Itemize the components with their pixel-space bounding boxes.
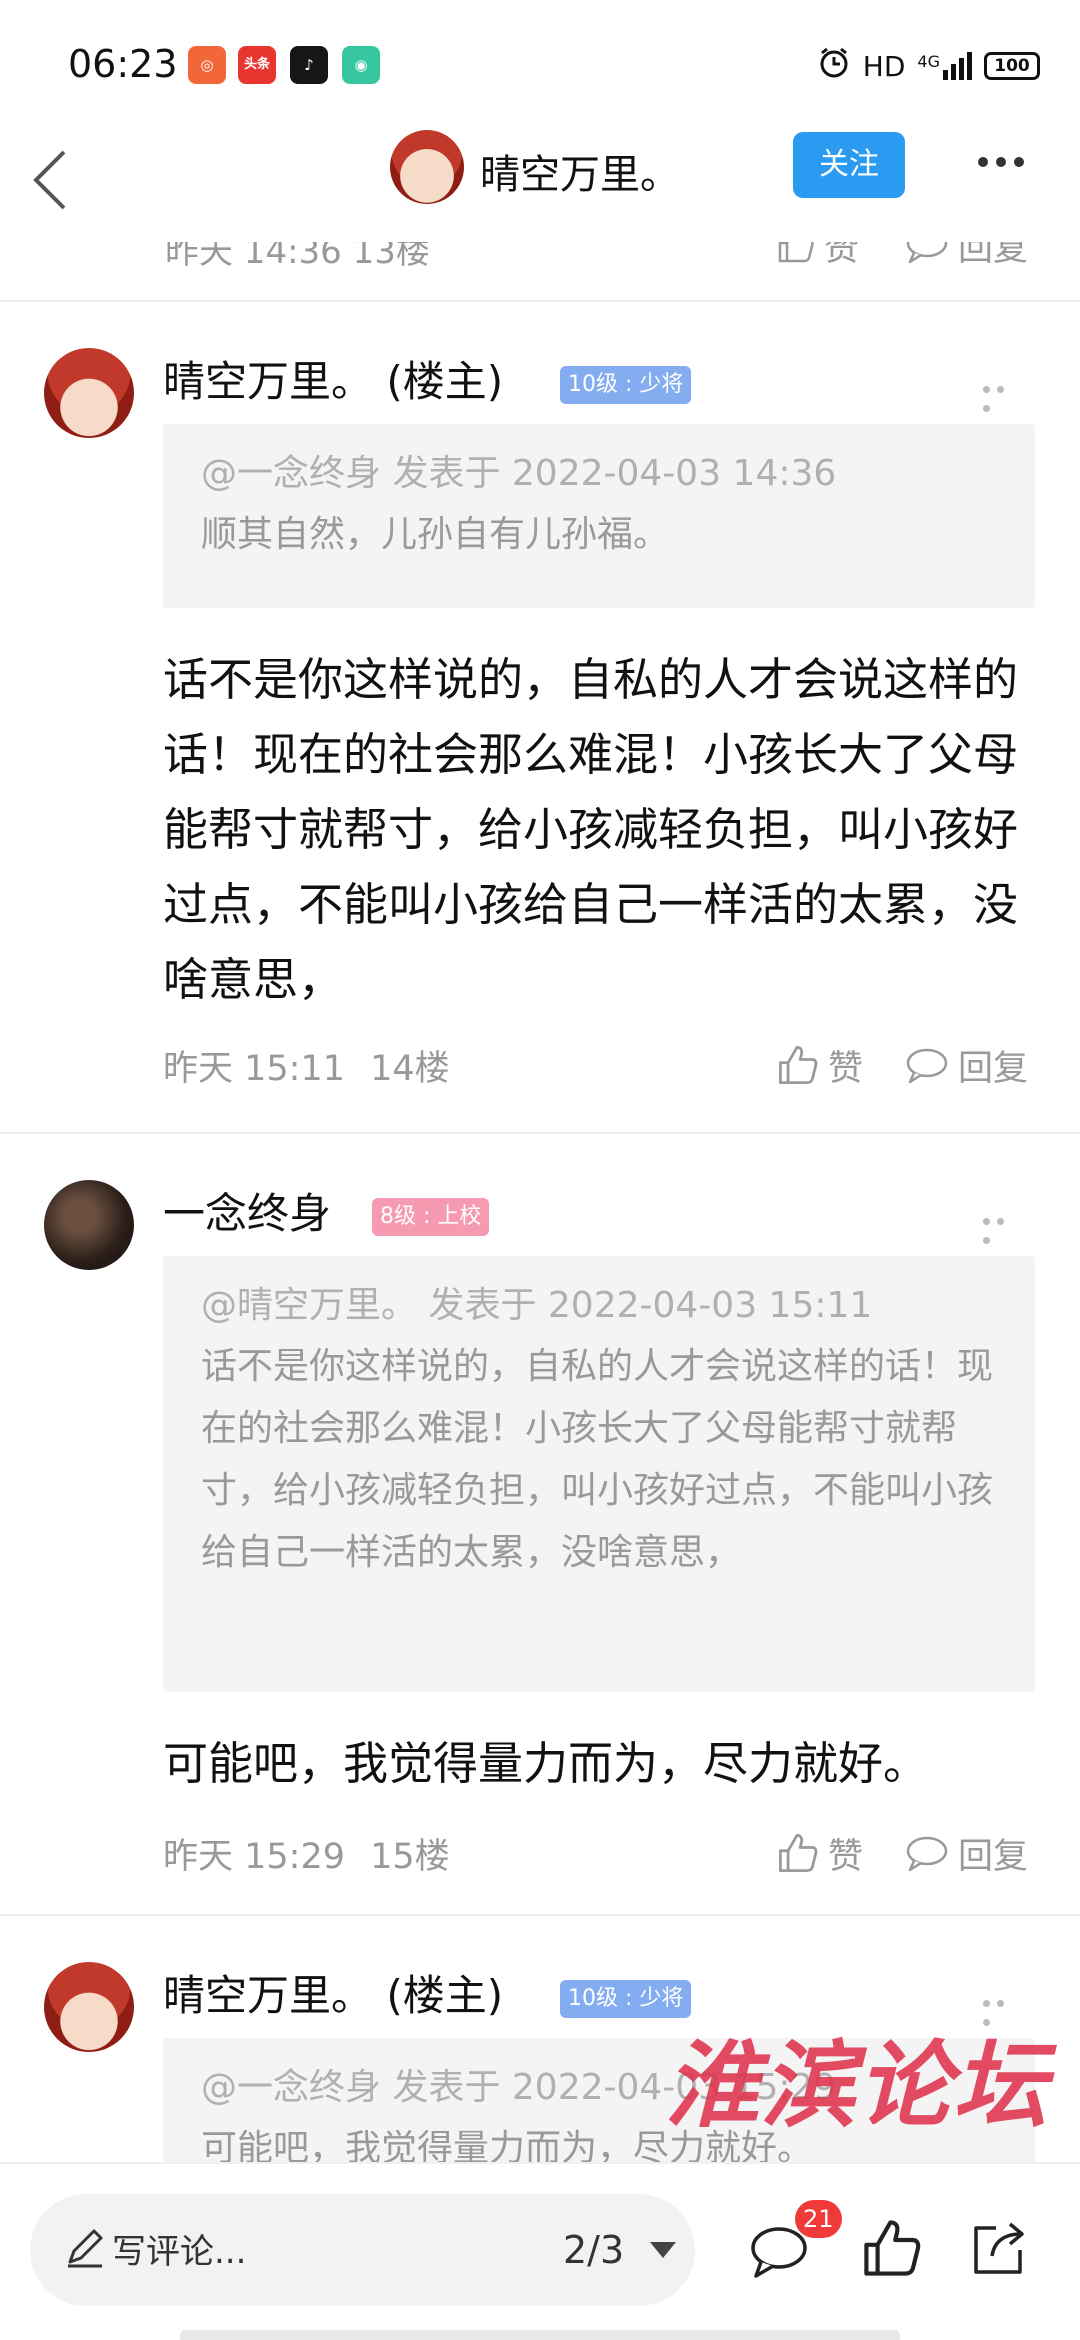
post-floor: 14楼 xyxy=(370,1049,450,1089)
post-content: 可能吧，我觉得量力而为，尽力就好。 xyxy=(163,1737,929,1790)
toutiao-app-icon: 头条 xyxy=(238,46,276,84)
level-badge: 8级 : 上校 xyxy=(372,1198,490,1236)
post-divider xyxy=(0,1132,1080,1134)
post-more-icon[interactable] xyxy=(983,378,1023,412)
reply-button[interactable]: 回复 xyxy=(904,1040,1028,1090)
bottom-action-bar: 写评论... 2/3 21 xyxy=(0,2162,1080,2340)
level-badge: 10级 : 少将 xyxy=(560,366,692,404)
avatar[interactable] xyxy=(44,1962,134,2052)
post-meta: 昨天 14:36 13楼 xyxy=(165,242,430,272)
comment-input[interactable]: 写评论... 2/3 xyxy=(30,2194,695,2306)
author-name[interactable]: 晴空万里。 (楼主) xyxy=(163,1962,503,2023)
post-floor: 15楼 xyxy=(370,1837,450,1877)
reply-button[interactable]: 回复 xyxy=(904,1828,1028,1878)
quoted-reply: @晴空万里。 发表于 2022-04-03 15:11 话不是你这样说的，自私的… xyxy=(163,1256,1035,1692)
post-meta: 昨天 15:11 14楼 xyxy=(163,1040,450,1091)
previous-post-footer: 昨天 14:36 13楼 赞 回复 xyxy=(0,242,1080,300)
comment-placeholder: 写评论... xyxy=(112,2232,247,2272)
author-name[interactable]: 一念终身 xyxy=(163,1180,331,1241)
page-indicator[interactable]: 2/3 xyxy=(563,2228,624,2272)
home-indicator[interactable] xyxy=(180,2330,900,2340)
page-dropdown-arrow-icon[interactable] xyxy=(650,2242,676,2258)
thread-header: 晴空万里。 关注 xyxy=(0,130,1080,242)
forum-watermark: 淮滨论坛 xyxy=(665,2031,1050,2141)
alarm-icon xyxy=(817,46,851,87)
thumbs-up-icon xyxy=(778,242,814,263)
avatar[interactable] xyxy=(44,348,134,438)
author-avatar[interactable] xyxy=(390,130,464,204)
more-options-icon[interactable] xyxy=(978,152,1034,172)
pen-icon xyxy=(62,2224,108,2270)
quote-text: 顺其自然，儿孙自有儿孙福。 xyxy=(201,514,670,555)
share-icon[interactable] xyxy=(966,2216,1030,2280)
thumbs-up-icon xyxy=(779,1834,818,1872)
avatar[interactable] xyxy=(44,1180,134,1270)
comment-bubble-icon xyxy=(906,1836,948,1872)
thumbs-up-icon xyxy=(779,1046,818,1084)
battery-icon: 100 xyxy=(984,52,1040,80)
reply-button[interactable]: 回复 xyxy=(904,242,1028,270)
comment-bubble-icon xyxy=(906,1048,948,1084)
follow-button[interactable]: 关注 xyxy=(793,132,905,198)
comment-bubble-icon xyxy=(906,242,948,264)
post-time: 昨天 15:29 xyxy=(163,1837,345,1877)
post-divider xyxy=(0,300,1080,302)
hd-indicator: HD xyxy=(862,49,906,83)
comment-count-badge: 21 xyxy=(795,2200,842,2238)
post-time: 昨天 15:11 xyxy=(163,1049,345,1089)
post-content: 话不是你这样说的，自私的人才会说这样的话！现在的社会那么难混！小孩长大了父母能帮… xyxy=(163,653,1019,1006)
back-arrow-icon[interactable] xyxy=(28,142,88,222)
header-title: 晴空万里。 xyxy=(480,152,680,198)
post-divider xyxy=(0,1914,1080,1916)
author-name[interactable]: 晴空万里。 (楼主) xyxy=(163,348,503,409)
quote-meta: @晴空万里。 发表于 2022-04-03 15:11 xyxy=(201,1285,873,1326)
post-floor-15: 一念终身 8级 : 上校 @晴空万里。 发表于 2022-04-03 15:11… xyxy=(0,1180,1080,1900)
post-more-icon[interactable] xyxy=(983,1992,1023,2026)
signal-icon: 4G xyxy=(917,52,972,80)
quote-meta: @一念终身 发表于 2022-04-03 14:36 xyxy=(201,453,837,494)
like-icon[interactable] xyxy=(860,2216,924,2280)
messaging-app-icon: ◉ xyxy=(342,46,380,84)
post-more-icon[interactable] xyxy=(983,1210,1023,1244)
post-meta: 昨天 15:29 15楼 xyxy=(163,1828,450,1879)
post-floor-14: 晴空万里。 (楼主) 10级 : 少将 @一念终身 发表于 2022-04-03… xyxy=(0,348,1080,1128)
douyin-app-icon: ♪ xyxy=(290,46,328,84)
quote-text: 话不是你这样说的，自私的人才会说这样的话！现在的社会那么难混！小孩长大了父母能帮… xyxy=(201,1346,994,1573)
like-button[interactable]: 赞 xyxy=(776,1040,863,1090)
like-button[interactable]: 赞 xyxy=(776,1828,863,1878)
network-type: 4G xyxy=(917,52,940,71)
like-button[interactable]: 赞 xyxy=(776,242,859,270)
status-bar: 06:23 ◎ 头条 ♪ ◉ HD 4G 100 xyxy=(0,0,1080,130)
kuaishou-app-icon: ◎ xyxy=(188,46,226,84)
status-time: 06:23 xyxy=(68,42,178,86)
quoted-reply: @一念终身 发表于 2022-04-03 14:36 顺其自然，儿孙自有儿孙福。 xyxy=(163,424,1035,608)
